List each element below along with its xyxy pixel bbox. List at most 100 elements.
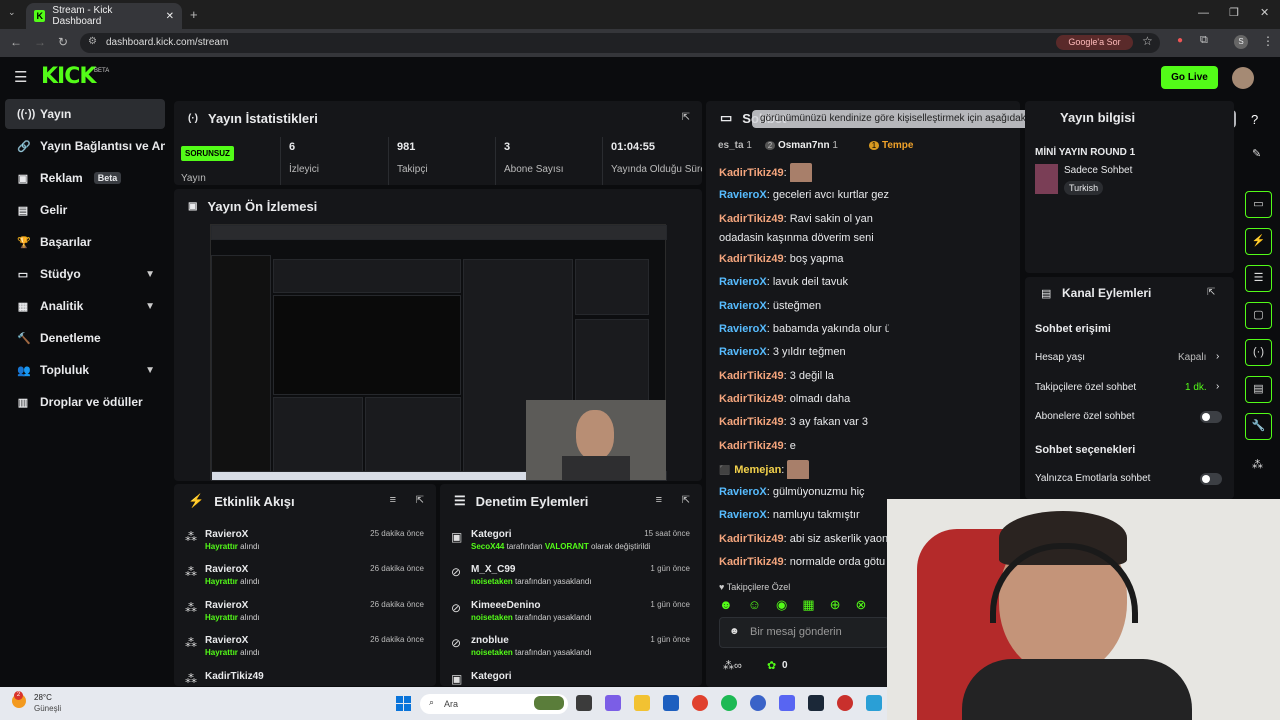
edit-pencil-icon[interactable]: ✎ — [1252, 147, 1261, 160]
steam-icon[interactable] — [808, 695, 824, 711]
sidebar-item-analitik[interactable]: ▦ Analitik ▼ — [5, 291, 165, 321]
close-tab-icon[interactable]: ✕ — [166, 11, 174, 22]
browser-tab[interactable]: K Stream - Kick Dashboard ✕ — [26, 3, 182, 29]
hamburger-menu-icon[interactable]: ☰ — [14, 68, 27, 86]
chat-username[interactable]: KadirTikiz49 — [719, 533, 784, 545]
expand-icon[interactable]: ⇱ — [682, 112, 690, 123]
moderation-icon: 🔨 — [17, 332, 31, 345]
emote-icon[interactable]: ◉ — [776, 597, 787, 613]
emote-icon[interactable]: ⊗ — [856, 597, 867, 613]
chat-username[interactable]: KadirTikiz49 — [719, 167, 784, 179]
close-window-icon[interactable]: ✕ — [1260, 6, 1269, 19]
app-icon[interactable] — [866, 695, 882, 711]
browser-menu-icon[interactable]: ⋮ — [1262, 34, 1274, 48]
expand-icon[interactable]: ⇱ — [1207, 287, 1215, 298]
rail-more-icon[interactable]: ⁂ — [1252, 458, 1263, 471]
chat-username[interactable]: RavieroX — [719, 189, 767, 201]
chat-username[interactable]: KadirTikiz49 — [719, 213, 784, 225]
sidebar-item-denetleme[interactable]: 🔨 Denetleme — [5, 323, 165, 353]
chat-username[interactable]: RavieroX — [719, 276, 767, 288]
rail-tools-button[interactable]: 🔧 — [1245, 413, 1272, 440]
chevron-right-icon[interactable]: › — [1216, 351, 1219, 362]
chat-username[interactable]: KadirTikiz49 — [719, 556, 784, 568]
go-live-label: Go Live — [1171, 72, 1208, 83]
chrome-icon[interactable] — [692, 695, 708, 711]
copilot-icon[interactable] — [605, 695, 621, 711]
sidebar-item-droplar[interactable]: ▥ Droplar ve ödüller — [5, 387, 165, 417]
emote-icon[interactable]: ▦ — [802, 597, 814, 613]
sidebar-item-basarilar[interactable]: 🏆 Başarılar — [5, 227, 165, 257]
forward-icon[interactable]: → — [34, 35, 46, 49]
sidebar-item-studyo[interactable]: ▭ Stüdyo ▼ — [5, 259, 165, 289]
sidebar-item-gelir[interactable]: ▤ Gelir — [5, 195, 165, 225]
kick-logo[interactable]: KICK — [41, 64, 96, 89]
sidebar-item-label: Denetleme — [40, 331, 101, 345]
account-age-value[interactable]: Kapalı — [1178, 352, 1206, 363]
rail-stats-button[interactable]: ▭ — [1245, 191, 1272, 218]
help-icon[interactable]: ? — [1251, 112, 1258, 127]
filter-icon[interactable]: ≡ — [656, 494, 662, 506]
rail-list-button[interactable]: ☰ — [1245, 265, 1272, 292]
reload-icon[interactable]: ↻ — [58, 35, 68, 49]
tab-list-icon[interactable]: ⌄ — [8, 7, 16, 18]
preview-actions — [575, 319, 649, 405]
back-icon[interactable]: ← — [10, 35, 22, 49]
sidebar-item-reklam[interactable]: ▣ Reklam Beta — [5, 163, 165, 193]
sidebar-item-topluluk[interactable]: 👥 Topluluk ▼ — [5, 355, 165, 385]
chat-username[interactable]: KadirTikiz49 — [719, 416, 784, 428]
windows-start-icon[interactable] — [396, 696, 411, 711]
sidebar-item-yayin[interactable]: ((·)) Yayın — [5, 99, 165, 129]
emote-only-toggle[interactable] — [1200, 473, 1222, 485]
leader-right-name: Tempe — [881, 140, 914, 151]
extensions-puzzle-icon[interactable]: ⧉ — [1200, 34, 1208, 47]
chat-username[interactable]: RavieroX — [719, 509, 767, 521]
rail-lightning-button[interactable]: ⚡ — [1245, 228, 1272, 255]
chat-username[interactable]: RavieroX — [719, 486, 767, 498]
chat-username[interactable]: RavieroX — [719, 300, 767, 312]
task-view-icon[interactable] — [576, 695, 592, 711]
chat-username[interactable]: RavieroX — [719, 346, 767, 358]
maximize-icon[interactable]: ❐ — [1229, 6, 1239, 19]
followers-chat-value[interactable]: 1 dk. — [1185, 382, 1207, 393]
obs-icon[interactable] — [837, 695, 853, 711]
store-icon[interactable] — [663, 695, 679, 711]
kick-coin-icon: ✿ — [767, 660, 777, 672]
expand-icon[interactable]: ⇱ — [416, 495, 424, 506]
sidebar-item-label: Reklam — [40, 171, 83, 185]
chat-username[interactable]: KadirTikiz49 — [719, 253, 784, 265]
chat-username[interactable]: KadirTikiz49 — [719, 393, 784, 405]
discord-icon[interactable] — [779, 695, 795, 711]
emoji-picker-icon[interactable]: ☻ — [729, 626, 740, 637]
minimize-icon[interactable]: — — [1198, 7, 1209, 19]
chat-input[interactable]: Bir mesaj gönderin — [719, 617, 889, 648]
rail-chat-button[interactable]: ▢ — [1245, 302, 1272, 329]
edge-icon[interactable] — [750, 695, 766, 711]
emote-icon[interactable]: ☺ — [748, 597, 761, 613]
sidebar-item-stream-key[interactable]: 🔗 Yayın Bağlantısı ve Anahtarı — [5, 131, 165, 161]
emote-icon[interactable]: ⊕ — [830, 597, 841, 613]
chat-username[interactable]: KadirTikiz49 — [719, 440, 784, 452]
chevron-right-icon[interactable]: › — [1216, 381, 1219, 392]
spotify-icon[interactable] — [721, 695, 737, 711]
new-tab-icon[interactable]: + — [190, 7, 198, 22]
chat-username[interactable]: KadirTikiz49 — [719, 370, 784, 382]
site-info-icon[interactable]: ⚙ — [88, 36, 97, 47]
emote-icon[interactable]: ☻ — [719, 597, 733, 613]
sidebar-item-label: Başarılar — [40, 235, 92, 249]
extension-icon[interactable]: ● — [1177, 35, 1183, 46]
google-sor-button[interactable]: Google'a Sor — [1056, 35, 1133, 50]
profile-avatar[interactable]: S — [1234, 35, 1248, 49]
bookmark-star-icon[interactable]: ☆ — [1142, 34, 1153, 48]
go-live-button[interactable]: Go Live — [1161, 66, 1218, 89]
chat-username[interactable]: Memejan — [734, 464, 781, 476]
chat-username[interactable]: RavieroX — [719, 323, 767, 335]
address-bar[interactable]: dashboard.kick.com/stream — [80, 33, 1160, 53]
expand-icon[interactable]: ⇱ — [682, 495, 690, 506]
subs-chat-toggle[interactable] — [1200, 411, 1222, 423]
chat-users-icon[interactable]: ⁂∞ — [723, 659, 742, 672]
filter-icon[interactable]: ≡ — [390, 494, 396, 506]
rail-info-button[interactable]: ▤ — [1245, 376, 1272, 403]
file-explorer-icon[interactable] — [634, 695, 650, 711]
user-avatar[interactable] — [1232, 67, 1254, 89]
rail-broadcast-button[interactable]: (·) — [1245, 339, 1272, 366]
